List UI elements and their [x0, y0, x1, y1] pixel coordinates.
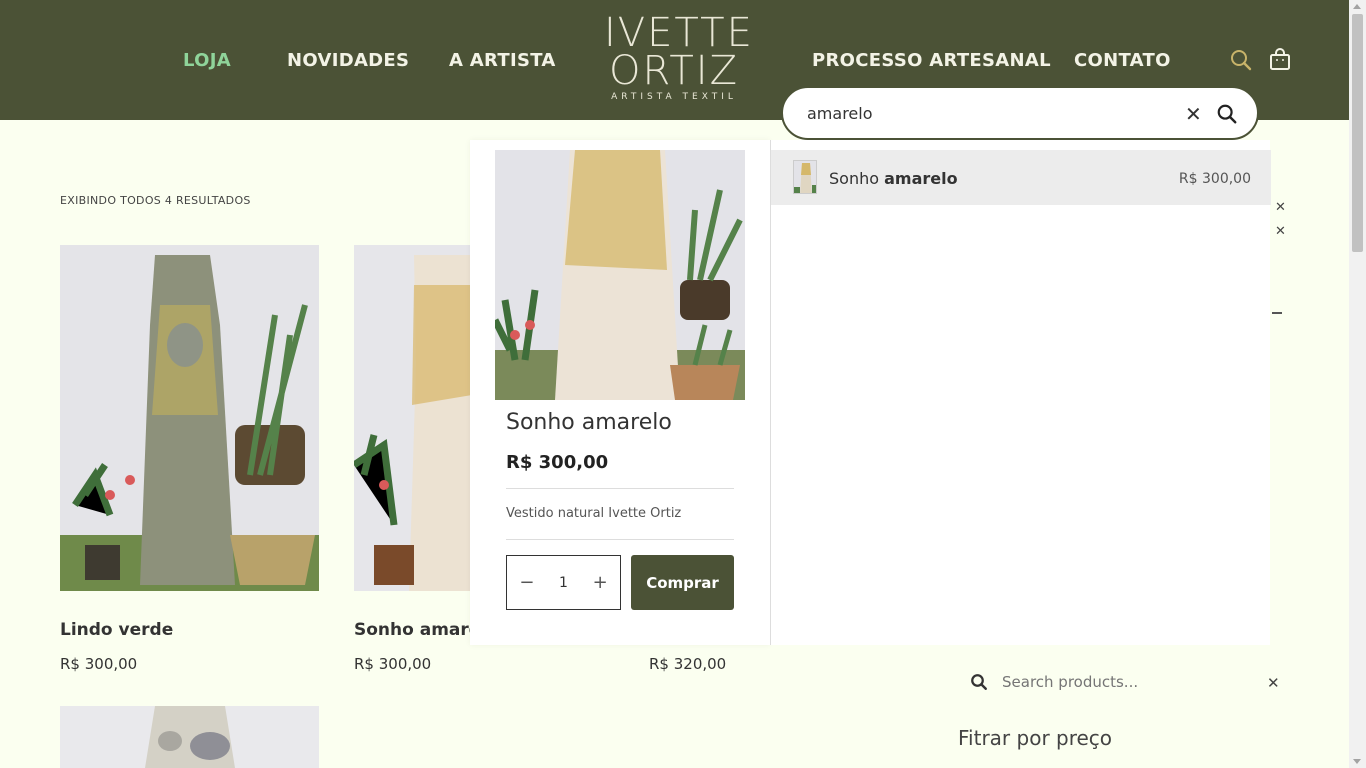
clear-icon[interactable]: ✕ — [1185, 102, 1202, 126]
product-image-fourth[interactable] — [60, 706, 319, 768]
search-icon — [971, 674, 987, 690]
result-price: R$ 300,00 — [1178, 171, 1251, 187]
cart-icon[interactable] — [1268, 48, 1292, 72]
product-title[interactable]: Sonho amarel — [354, 620, 486, 640]
search-icon[interactable] — [1229, 48, 1253, 72]
logo-tagline: ARTISTA TEXTIL — [611, 92, 737, 102]
quickview-description: Vestido natural Ivette Ortiz — [506, 506, 682, 521]
product-image-sonho-amarelo[interactable] — [354, 245, 472, 591]
quickview-image — [495, 150, 745, 400]
page-scrollbar[interactable] — [1349, 0, 1366, 768]
nav-processo-artesanal[interactable]: PROCESSO ARTESANAL — [812, 50, 1051, 71]
divider — [506, 488, 734, 489]
divider — [506, 539, 734, 540]
plus-icon[interactable]: + — [593, 572, 608, 593]
result-name: Sonho amarelo — [829, 169, 958, 188]
nav-novidades[interactable]: NOVIDADES — [287, 50, 409, 71]
buy-button[interactable]: Comprar — [631, 555, 734, 610]
logo-line-2: ORTIZ — [609, 48, 739, 94]
scroll-up-icon[interactable] — [1353, 4, 1361, 9]
quickview-panel: Sonho amarelo R$ 300,00 Vestido natural … — [470, 140, 770, 645]
site-logo[interactable]: IVETTE ORTIZ ARTISTA TEXTIL — [604, 10, 754, 102]
product-price: R$ 300,00 — [60, 655, 138, 673]
close-icon[interactable]: ✕ — [1275, 200, 1286, 215]
sidebar-search-input[interactable] — [1002, 673, 1242, 691]
result-name-plain: Sonho — [829, 169, 885, 188]
scroll-down-icon[interactable] — [1353, 759, 1361, 764]
sidebar-search: ✕ — [958, 660, 1288, 704]
search-submit-icon[interactable] — [1216, 103, 1238, 125]
filter-title: Fitrar por preço — [958, 726, 1113, 750]
minus-icon[interactable]: − — [519, 572, 534, 593]
nav-a-artista[interactable]: A ARTISTA — [449, 50, 556, 71]
search-box: ✕ — [781, 86, 1259, 140]
quickview-title: Sonho amarelo — [506, 410, 672, 435]
nav-contato[interactable]: CONTATO — [1074, 50, 1171, 71]
result-name-highlight: amarelo — [884, 169, 958, 188]
collapse-icon[interactable] — [1272, 312, 1282, 314]
search-result-item[interactable]: Sonho amarelo R$ 300,00 — [771, 150, 1271, 205]
search-input[interactable] — [807, 104, 1167, 123]
search-results-panel: Sonho amarelo R$ 300,00 — [770, 140, 1271, 645]
close-icon[interactable]: ✕ — [1267, 674, 1280, 692]
results-count: EXIBINDO TODOS 4 RESULTADOS — [60, 194, 251, 207]
product-title[interactable]: Lindo verde — [60, 620, 173, 640]
product-image-lindo-verde[interactable] — [60, 245, 319, 591]
result-thumbnail — [793, 160, 817, 194]
product-price: R$ 300,00 — [354, 655, 432, 673]
logo-line-1: IVETTE — [604, 10, 754, 56]
quantity-stepper: − 1 + — [506, 555, 621, 610]
scrollbar-thumb[interactable] — [1352, 14, 1363, 252]
close-icon[interactable]: ✕ — [1275, 224, 1286, 239]
nav-loja[interactable]: LOJA — [183, 50, 231, 71]
product-price: R$ 320,00 — [649, 655, 727, 673]
quickview-price: R$ 300,00 — [506, 452, 609, 473]
quantity-value[interactable]: 1 — [559, 575, 568, 591]
